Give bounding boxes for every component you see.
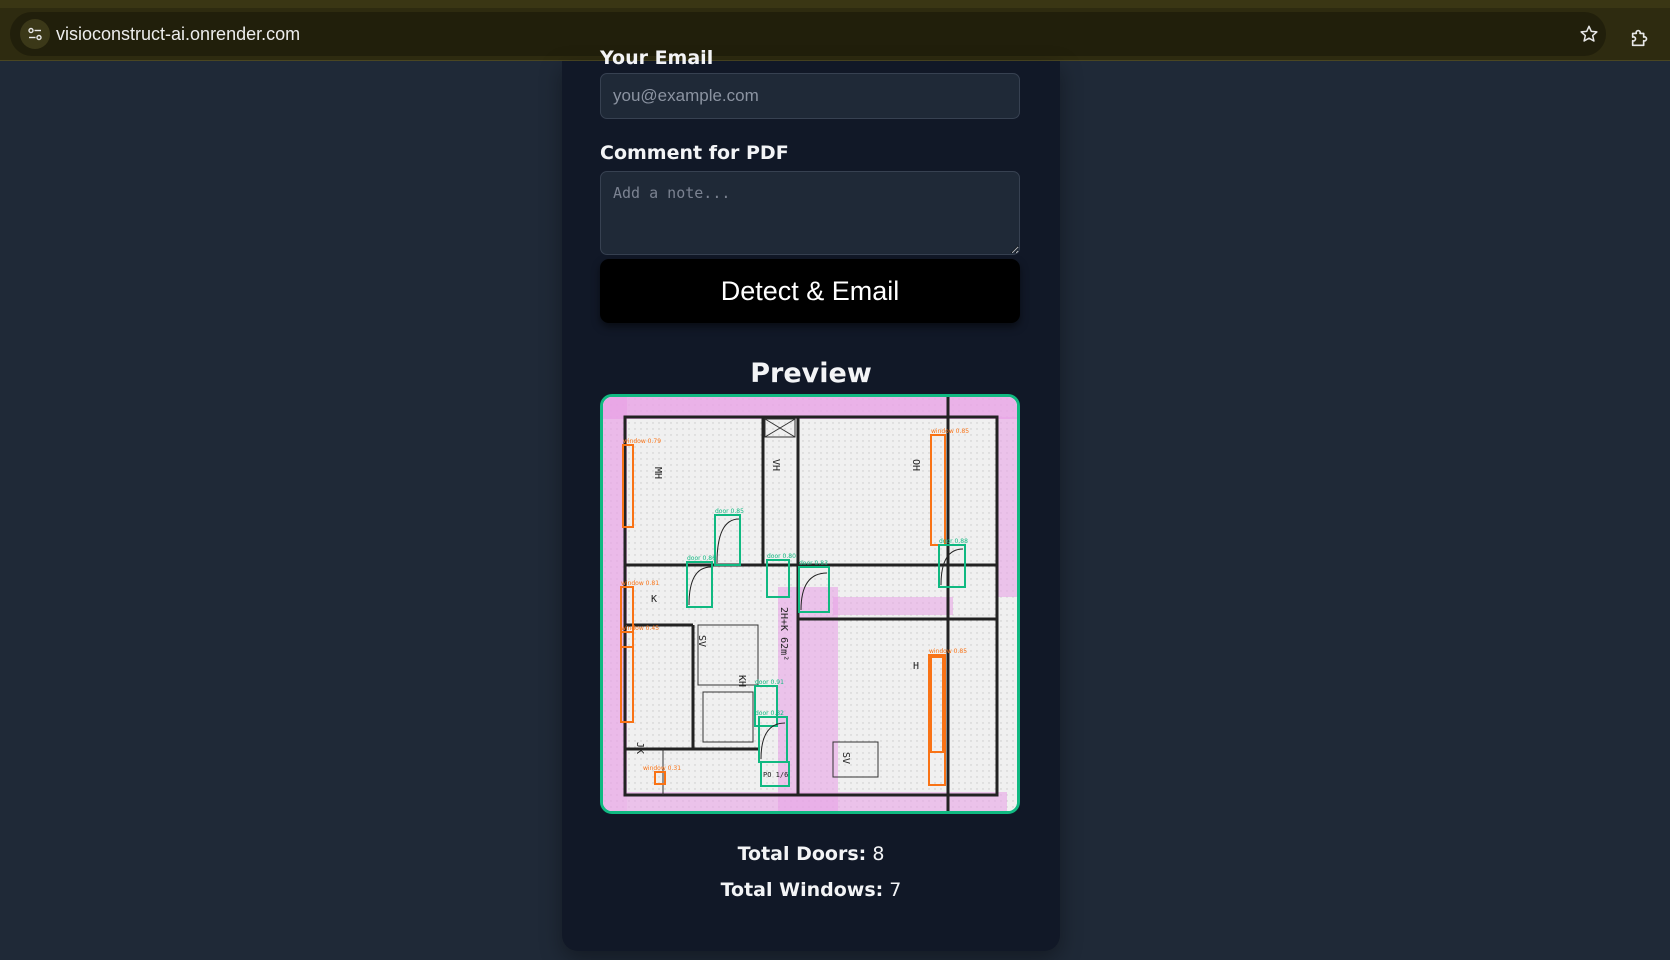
plan-label-area: 2H+K 62m² [778,607,789,661]
detect-and-email-button[interactable]: Detect & Email [600,259,1020,323]
detection-label: window 0.85 [931,428,969,435]
total-windows-value: 7 [889,879,902,901]
detection-label: window 0.85 [929,648,967,655]
email-label: Your Email [600,47,714,69]
email-input[interactable] [600,73,1020,119]
plan-label-jk: JK [634,742,645,754]
detection-label: window 0.31 [643,765,681,772]
plan-label-h: H [913,661,919,672]
site-info-icon[interactable] [20,19,50,49]
plan-label-sheet: PO 1/6 [763,771,788,779]
detection-label: door 0.88 [939,538,968,545]
total-doors-stat: Total Doors: 8 [562,843,1060,865]
bookmark-star-icon[interactable] [1576,21,1602,47]
plan-label-kh: KH [736,675,747,687]
detection-form-card: Your Email Comment for PDF Detect & Emai… [562,47,1060,951]
total-doors-value: 8 [872,843,885,865]
plan-label-oh: OH [910,459,921,471]
plan-label-mh: MH [652,467,663,479]
total-doors-label: Total Doors: [737,843,867,865]
detection-label: door 0.85 [715,508,744,515]
detection-label: door 0.82 [755,710,784,717]
detection-label: door 0.80 [767,553,796,560]
plan-label-vh: VH [770,459,781,471]
preview-image-frame: MH VH OH K SV KH H JK SV 2H+K 62m² PO 1/… [600,394,1020,814]
detection-label: door 0.91 [755,679,784,686]
plan-label-k: K [651,594,657,605]
browser-toolbar: visioconstruct-ai.onrender.com [0,8,1670,61]
detection-label: door 0.83 [799,560,828,567]
detection-label: window 0.45 [621,625,659,632]
total-windows-stat: Total Windows: 7 [562,879,1060,901]
extensions-puzzle-icon[interactable] [1626,24,1654,52]
floor-plan-preview-image: MH VH OH K SV KH H JK SV 2H+K 62m² PO 1/… [603,397,1017,811]
detection-label: door 0.86 [687,555,716,562]
preview-title: Preview [750,358,872,389]
comment-textarea[interactable] [600,171,1020,255]
comment-label: Comment for PDF [600,142,789,164]
plan-label-sv-2: SV [840,752,851,764]
url-text[interactable]: visioconstruct-ai.onrender.com [56,24,300,45]
plan-label-sv: SV [696,635,707,647]
detection-label: window 0.81 [621,580,659,587]
detection-label: window 0.79 [623,438,661,445]
total-windows-label: Total Windows: [720,879,884,901]
address-bar[interactable]: visioconstruct-ai.onrender.com [10,12,1606,56]
